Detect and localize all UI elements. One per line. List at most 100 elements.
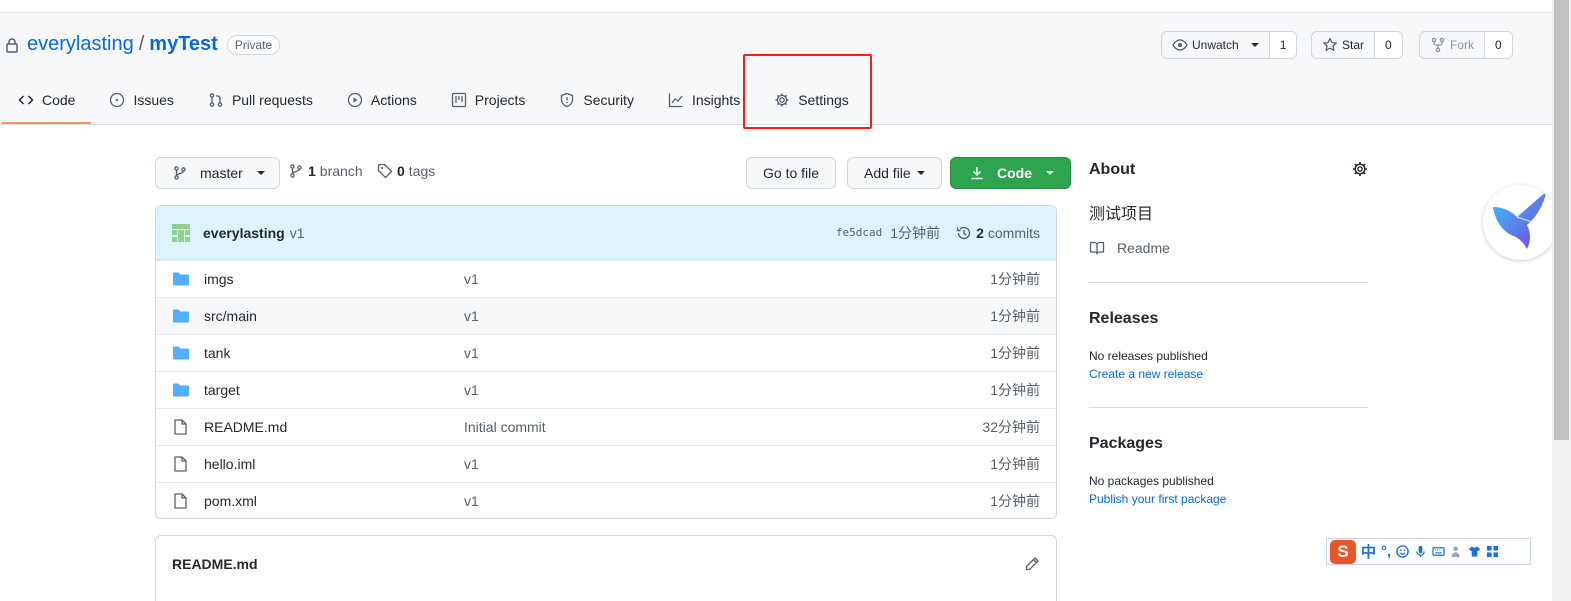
file-name[interactable]: README.md xyxy=(204,419,464,435)
table-row[interactable]: target v1 1分钟前 xyxy=(156,371,1056,408)
keyboard-icon[interactable] xyxy=(1432,545,1445,558)
star-button[interactable]: Star 0 xyxy=(1311,31,1403,59)
file-commit-message[interactable]: v1 xyxy=(464,493,479,509)
file-age: 1分钟前 xyxy=(990,382,1040,398)
file-age: 1分钟前 xyxy=(990,271,1040,287)
go-to-file-button[interactable]: Go to file xyxy=(746,157,837,189)
readme-title[interactable]: README.md xyxy=(172,556,258,572)
table-row[interactable]: README.md Initial commit 32分钟前 xyxy=(156,408,1056,445)
avatar[interactable] xyxy=(170,222,192,244)
bird-extension-button[interactable] xyxy=(1483,185,1558,260)
fork-count[interactable]: 0 xyxy=(1484,32,1512,58)
ime-punctuation-toggle[interactable]: °, xyxy=(1381,543,1391,560)
table-row[interactable]: src/main v1 1分钟前 xyxy=(156,297,1056,334)
code-icon xyxy=(18,95,34,105)
repo-owner-link[interactable]: everylasting xyxy=(27,33,134,56)
branch-word: branch xyxy=(319,163,363,179)
chevron-down-icon xyxy=(1250,43,1259,47)
tab-pull-requests[interactable]: Pull requests xyxy=(190,80,329,120)
repo-separator: / xyxy=(138,33,145,55)
star-icon xyxy=(1323,37,1337,51)
file-age: 1分钟前 xyxy=(990,308,1040,324)
file-commit-message[interactable]: v1 xyxy=(464,308,479,324)
pencil-icon[interactable] xyxy=(1024,556,1040,572)
microphone-icon[interactable] xyxy=(1414,545,1427,558)
file-name[interactable]: tank xyxy=(204,345,464,361)
issue-icon xyxy=(110,92,125,108)
watch-button[interactable]: Unwatch 1 xyxy=(1161,31,1298,59)
tab-actions[interactable]: Actions xyxy=(329,80,433,120)
ime-mode-toggle[interactable]: 中 xyxy=(1361,541,1376,562)
star-count[interactable]: 0 xyxy=(1374,32,1402,58)
add-file-button[interactable]: Add file xyxy=(847,157,942,189)
play-icon xyxy=(347,92,363,108)
visibility-badge: Private xyxy=(226,34,281,55)
ime-toolbar: S 中 °, xyxy=(1326,538,1531,565)
add-file-label: Add file xyxy=(864,165,911,181)
star-label: Star xyxy=(1342,38,1365,52)
table-row[interactable]: pom.xml v1 1分钟前 xyxy=(156,482,1056,518)
file-name[interactable]: hello.iml xyxy=(204,456,464,472)
tab-label: Security xyxy=(583,92,634,108)
repo-name-link[interactable]: myTest xyxy=(149,33,218,56)
grid-menu-icon[interactable] xyxy=(1486,545,1499,558)
scrollbar-thumb[interactable] xyxy=(1554,0,1569,440)
file-commit-message[interactable]: v1 xyxy=(464,456,479,472)
pull-request-icon xyxy=(209,93,223,107)
fork-button[interactable]: Fork 0 xyxy=(1419,31,1513,59)
branch-name: master xyxy=(200,165,243,181)
go-to-file-label: Go to file xyxy=(763,165,820,181)
skin-shirt-icon[interactable] xyxy=(1468,545,1481,558)
code-download-button[interactable]: Code xyxy=(950,157,1071,189)
commit-message[interactable]: v1 xyxy=(290,225,305,241)
code-label: Code xyxy=(997,165,1032,181)
watch-label: Unwatch xyxy=(1192,38,1239,52)
releases-heading[interactable]: Releases xyxy=(1089,310,1158,328)
table-row[interactable]: hello.iml v1 1分钟前 xyxy=(156,445,1056,482)
file-age: 1分钟前 xyxy=(990,345,1040,361)
watch-count[interactable]: 1 xyxy=(1268,32,1297,58)
commit-sha[interactable]: fe5dcad xyxy=(836,226,882,239)
tab-security[interactable]: Security xyxy=(541,80,650,120)
user-icon[interactable] xyxy=(1450,545,1463,558)
sogou-logo-icon[interactable]: S xyxy=(1330,539,1356,564)
table-row[interactable]: imgs v1 1分钟前 xyxy=(156,260,1056,297)
file-name[interactable]: imgs xyxy=(204,271,464,287)
commits-link[interactable]: 2 commits xyxy=(956,225,1040,241)
chevron-down-icon xyxy=(916,171,925,175)
readme-link[interactable]: Readme xyxy=(1089,240,1170,256)
file-age: 1分钟前 xyxy=(990,456,1040,472)
latest-commit-bar: everylasting v1 fe5dcad 1分钟前 2 commits xyxy=(156,206,1056,260)
publish-package-link[interactable]: Publish your first package xyxy=(1089,492,1226,506)
file-name[interactable]: pom.xml xyxy=(204,493,464,509)
tab-insights[interactable]: Insights xyxy=(650,80,756,120)
packages-heading[interactable]: Packages xyxy=(1089,435,1163,453)
emoji-icon[interactable] xyxy=(1396,545,1409,558)
file-commit-message[interactable]: v1 xyxy=(464,382,479,398)
branch-icon xyxy=(290,164,302,178)
eye-icon xyxy=(1172,39,1188,51)
commit-count: 2 xyxy=(976,224,984,241)
commit-author[interactable]: everylasting xyxy=(203,225,285,241)
file-commit-message[interactable]: Initial commit xyxy=(464,419,546,435)
create-release-link[interactable]: Create a new release xyxy=(1089,367,1203,381)
gear-icon[interactable] xyxy=(1352,161,1368,177)
file-commit-message[interactable]: v1 xyxy=(464,271,479,287)
page-scrollbar[interactable] xyxy=(1552,0,1571,601)
tab-label: Issues xyxy=(133,92,174,108)
commit-time: 1分钟前 xyxy=(890,224,941,241)
tab-label: Pull requests xyxy=(231,92,313,108)
file-name[interactable]: target xyxy=(204,382,464,398)
branch-select-button[interactable]: master xyxy=(155,157,280,189)
branch-icon xyxy=(174,166,186,180)
tab-code[interactable]: Code xyxy=(0,80,92,124)
branch-count-link[interactable]: 1 branch xyxy=(288,163,363,179)
table-row[interactable]: tank v1 1分钟前 xyxy=(156,334,1056,371)
file-commit-message[interactable]: v1 xyxy=(464,345,479,361)
watch-control: Unwatch 1 xyxy=(1161,31,1298,59)
commit-details: fe5dcad 1分钟前 2 commits xyxy=(836,223,1040,243)
file-name[interactable]: src/main xyxy=(204,308,464,324)
tags-link[interactable]: 0 tags xyxy=(377,163,435,179)
tab-projects[interactable]: Projects xyxy=(433,80,542,120)
tab-issues[interactable]: Issues xyxy=(91,80,189,120)
